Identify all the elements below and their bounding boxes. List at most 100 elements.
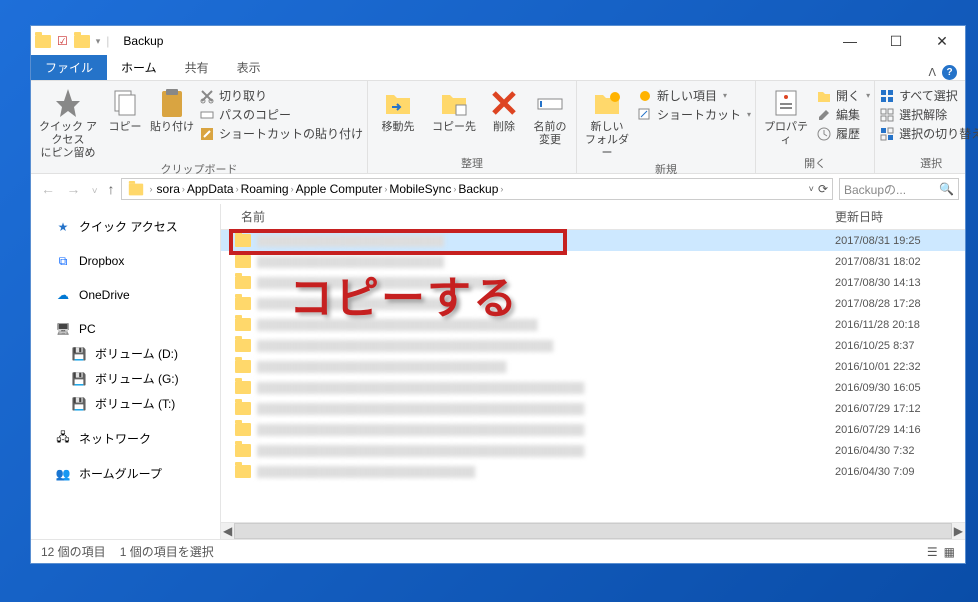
details-view-icon[interactable]: ☰	[927, 545, 938, 559]
folder-icon	[235, 402, 251, 415]
up-button[interactable]: ↑	[108, 181, 115, 197]
cloud-icon: ☁	[55, 287, 71, 303]
back-button[interactable]: ←	[37, 181, 59, 197]
maximize-button[interactable]: ☐	[873, 26, 919, 56]
path-icon	[199, 107, 215, 123]
folder-row[interactable]: ████████████████████████████████████████…	[221, 440, 965, 461]
status-bar: 12 個の項目 1 個の項目を選択 ☰ ▦	[31, 539, 965, 563]
invert-selection-button[interactable]: 選択の切り替え	[879, 125, 978, 142]
breadcrumb-item[interactable]: Roaming	[239, 182, 291, 196]
address-box[interactable]: › sora›AppData›Roaming›Apple Computer›Mo…	[121, 178, 833, 200]
breadcrumb-item[interactable]: AppData	[185, 182, 236, 196]
folder-icon	[235, 465, 251, 478]
nav-dropbox[interactable]: ⧉Dropbox	[31, 249, 220, 273]
minimize-button[interactable]: —	[827, 26, 873, 56]
move-to-button[interactable]: 移動先	[372, 83, 424, 134]
edit-icon	[816, 107, 832, 123]
paste-button[interactable]: 貼り付け	[149, 83, 195, 134]
nav-quick-access[interactable]: ★クイック アクセス	[31, 214, 220, 239]
chevron-right-icon[interactable]: ›	[150, 184, 153, 194]
new-folder-button[interactable]: 新しい フォルダー	[581, 83, 633, 161]
new-folder-icon	[591, 87, 623, 119]
collapse-ribbon-icon[interactable]: ᐱ	[928, 66, 936, 79]
folder-row[interactable]: ████████████████████████████2016/04/30 7…	[221, 461, 965, 482]
pin-quick-access-button[interactable]: クイック アクセス にピン留め	[35, 83, 101, 161]
select-all-button[interactable]: すべて選択	[879, 87, 978, 104]
open-button[interactable]: 開く▾	[816, 87, 870, 104]
cut-icon	[199, 88, 215, 104]
properties-button[interactable]: プロパティ	[760, 83, 812, 147]
tab-view[interactable]: 表示	[223, 55, 275, 80]
row-date: 2016/10/25 8:37	[835, 340, 965, 352]
nav-network[interactable]: 🖧ネットワーク	[31, 426, 220, 451]
qat-dropdown-icon[interactable]: ▾	[96, 36, 101, 47]
edit-button[interactable]: 編集	[816, 106, 870, 123]
drive-icon: 💾	[71, 396, 87, 412]
scroll-right-icon[interactable]: ▶	[954, 524, 963, 538]
row-date: 2016/04/30 7:09	[835, 466, 965, 478]
dropdown-icon[interactable]: ˅	[809, 184, 814, 194]
history-button[interactable]: 履歴	[816, 125, 870, 142]
refresh-icon[interactable]: ⟳	[818, 182, 828, 196]
annotation-label: コピーする	[289, 262, 519, 326]
h-scrollbar[interactable]: ◀ ▶	[221, 522, 965, 539]
row-name: ████████████████████████████████████████…	[257, 445, 835, 457]
paste-shortcut-button[interactable]: ショートカットの貼り付け	[199, 125, 363, 142]
help-icon[interactable]: ?	[942, 65, 957, 80]
rename-button[interactable]: 名前の 変更	[528, 83, 572, 147]
scroll-left-icon[interactable]: ◀	[223, 524, 232, 538]
select-none-button[interactable]: 選択解除	[879, 106, 978, 123]
tab-file[interactable]: ファイル	[31, 55, 107, 80]
folder-row[interactable]: ████████████████████████████████2016/10/…	[221, 356, 965, 377]
thumbnails-view-icon[interactable]: ▦	[944, 545, 955, 559]
folder-icon	[235, 360, 251, 373]
folder-icon	[74, 35, 90, 48]
nav-volume-t[interactable]: 💾ボリューム (T:)	[31, 391, 220, 416]
ribbon-group-clipboard: クイック アクセス にピン留め コピー 貼り付け 切り取り パスのコピー ショー…	[31, 81, 368, 173]
paste-icon	[156, 87, 188, 119]
ribbon-group-select: すべて選択 選択解除 選択の切り替え 選択	[875, 81, 978, 173]
shortcut-button[interactable]: ショートカット▾	[637, 106, 751, 123]
close-button[interactable]: ✕	[919, 26, 965, 56]
nav-homegroup[interactable]: 👥ホームグループ	[31, 461, 220, 486]
chevron-right-icon[interactable]: ›	[500, 184, 503, 194]
breadcrumb-item[interactable]: Backup	[456, 182, 500, 196]
column-date[interactable]: 更新日時	[835, 208, 965, 225]
search-box[interactable]: Backupの... 🔍	[839, 178, 959, 200]
folder-row[interactable]: ████████████████████████████████████████…	[221, 398, 965, 419]
delete-button[interactable]: 削除	[484, 83, 524, 134]
breadcrumb-item[interactable]: sora	[155, 182, 182, 196]
homegroup-icon: 👥	[55, 466, 71, 482]
tab-home[interactable]: ホーム	[107, 55, 171, 80]
folder-icon	[235, 318, 251, 331]
column-name[interactable]: 名前	[221, 208, 835, 225]
folder-row[interactable]: ██████████████████████████████████████20…	[221, 335, 965, 356]
nav-stack: ← → ˅	[37, 181, 102, 197]
copy-button[interactable]: コピー	[105, 83, 145, 134]
row-name: ████████████████████████████████████████…	[257, 382, 835, 394]
copy-path-button[interactable]: パスのコピー	[199, 106, 363, 123]
tab-share[interactable]: 共有	[171, 55, 223, 80]
breadcrumb-item[interactable]: MobileSync	[387, 182, 453, 196]
row-date: 2016/10/01 22:32	[835, 361, 965, 373]
breadcrumb-item[interactable]: Apple Computer	[294, 182, 385, 196]
checkbox-icon[interactable]: ☑	[57, 34, 68, 48]
copy-to-button[interactable]: コピー先	[428, 83, 480, 134]
folder-row[interactable]: ████████████████████████████████████████…	[221, 419, 965, 440]
folder-row[interactable]: ████████████████████████████████████████…	[221, 377, 965, 398]
folder-icon	[235, 255, 251, 268]
dropbox-icon: ⧉	[55, 253, 71, 269]
pc-icon: 🖥	[55, 321, 71, 337]
forward-button[interactable]: →	[62, 181, 84, 197]
row-date: 2016/11/28 20:18	[835, 319, 965, 331]
recent-button[interactable]: ˅	[88, 186, 102, 197]
cut-button[interactable]: 切り取り	[199, 87, 363, 104]
folder-arrow-icon	[382, 87, 414, 119]
nav-onedrive[interactable]: ☁OneDrive	[31, 283, 220, 307]
new-item-button[interactable]: 新しい項目▾	[637, 87, 751, 104]
nav-volume-g[interactable]: 💾ボリューム (G:)	[31, 366, 220, 391]
nav-volume-d[interactable]: 💾ボリューム (D:)	[31, 341, 220, 366]
folder-icon	[235, 381, 251, 394]
drive-icon: 💾	[71, 346, 87, 362]
nav-pc[interactable]: 🖥PC	[31, 317, 220, 341]
